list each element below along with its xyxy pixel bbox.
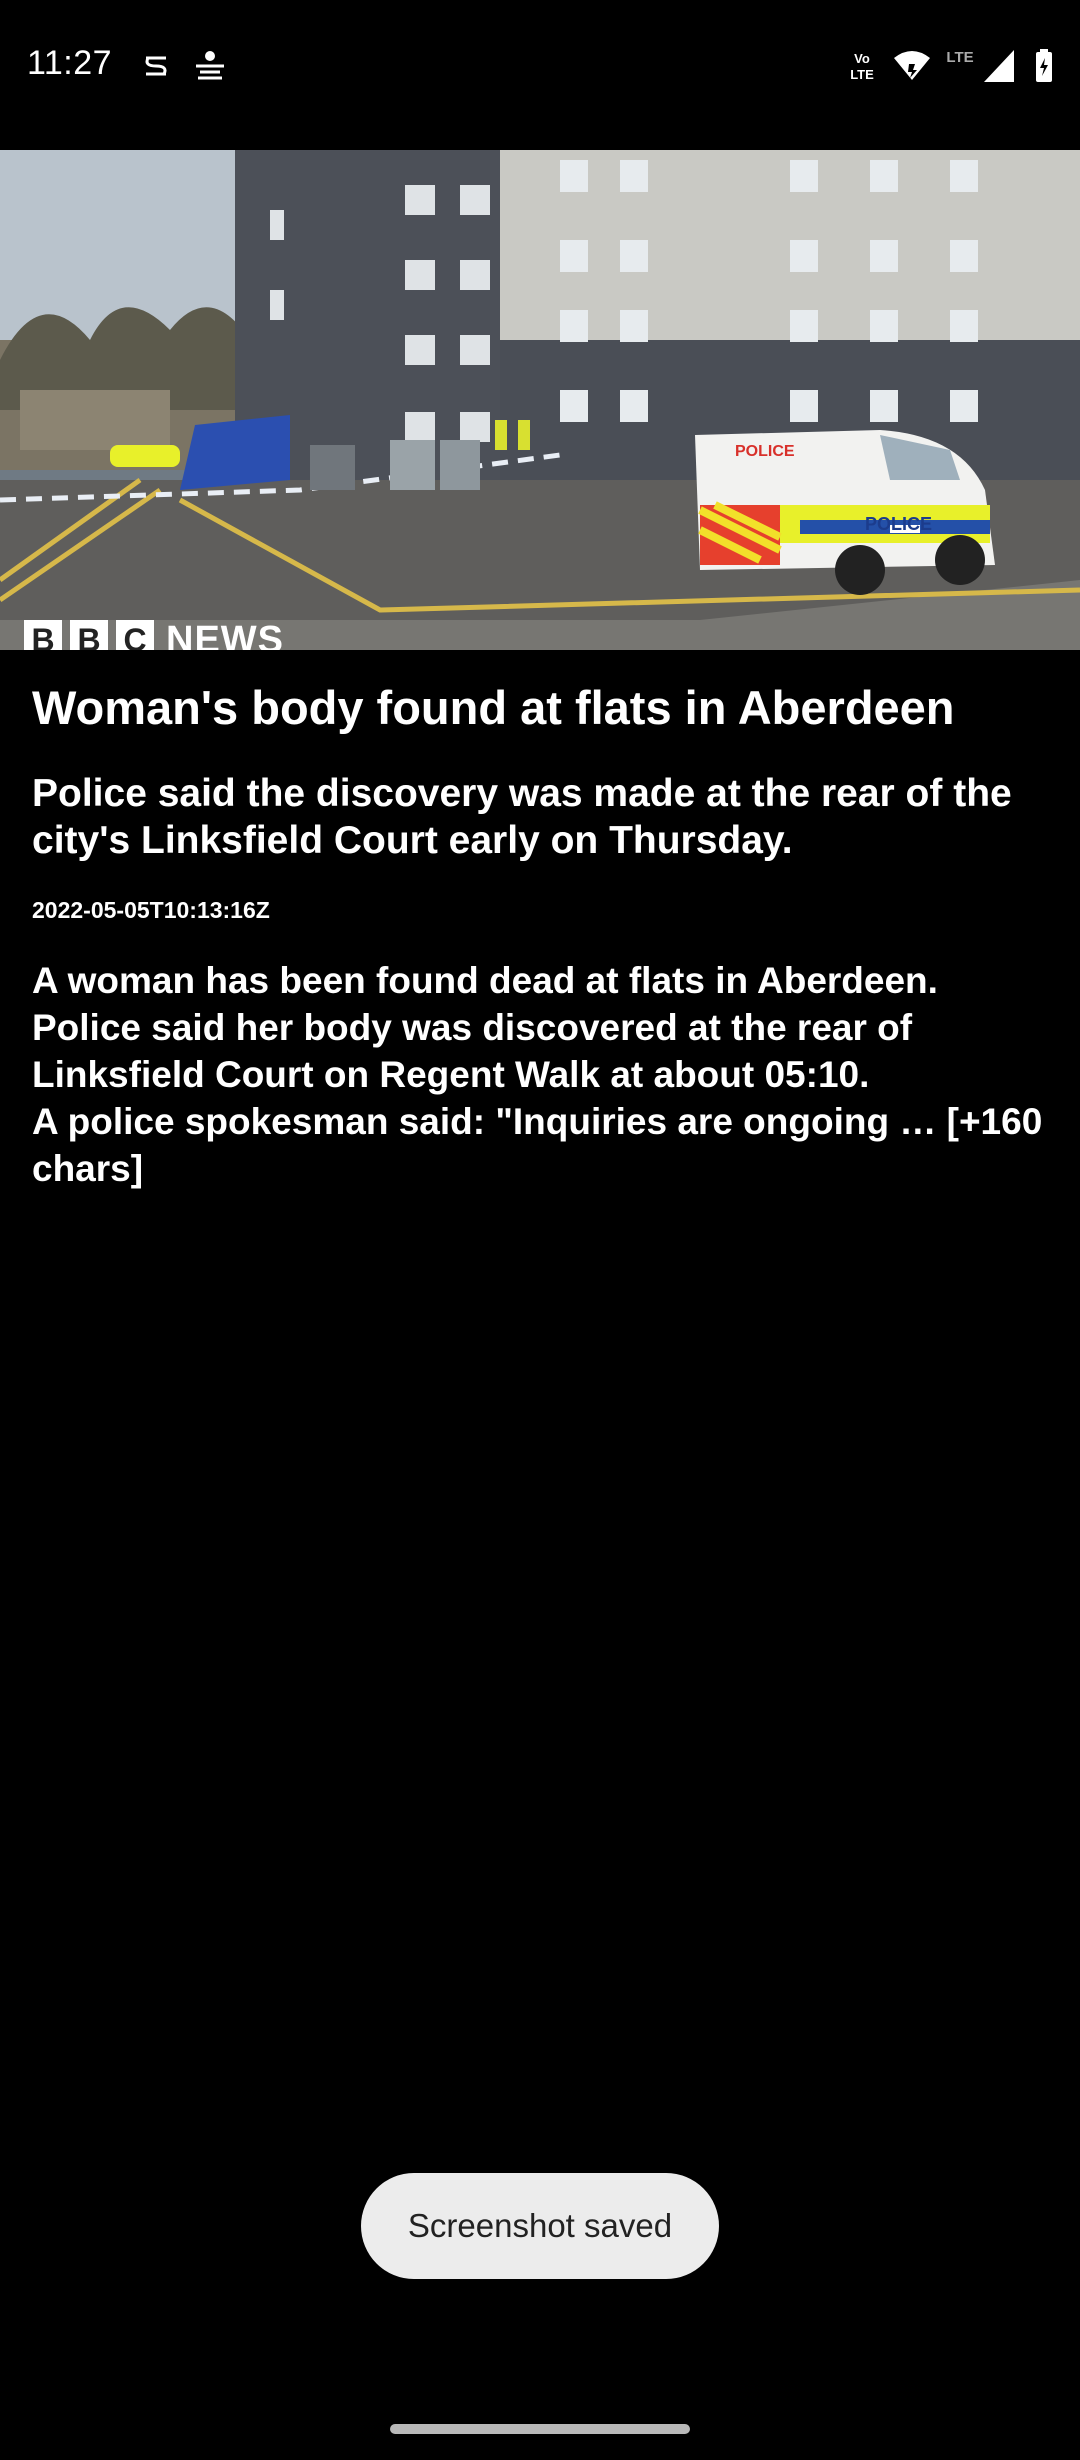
svg-text:LTE: LTE bbox=[946, 49, 973, 66]
bbc-news-logo: B B C NEWS bbox=[24, 620, 284, 650]
svg-text:Vo: Vo bbox=[854, 51, 870, 66]
van-label: POLICE bbox=[865, 514, 932, 534]
article-body-paragraph: A police spokesman said: "Inquiries are … bbox=[32, 1101, 1043, 1189]
battery-charging-icon bbox=[1036, 49, 1052, 82]
gesture-nav-handle[interactable] bbox=[390, 2424, 690, 2434]
status-bar: 11:27 Vo LTE LTE bbox=[0, 0, 1080, 150]
article-summary: Police said the discovery was made at th… bbox=[32, 772, 1012, 862]
wifi-icon bbox=[894, 51, 930, 80]
status-time: 11:27 bbox=[27, 44, 113, 82]
hero-scene: POLICE POLICE bbox=[0, 150, 1080, 650]
toast-text: Screenshot saved bbox=[407, 2207, 673, 2244]
svg-text:LTE: LTE bbox=[850, 67, 874, 82]
lte-icon: LTE bbox=[946, 49, 973, 66]
article-body-paragraph: A woman has been found dead at flats in … bbox=[32, 960, 938, 1001]
article-timestamp: 2022-05-05T10:13:16Z bbox=[32, 897, 270, 923]
location-sync-icon bbox=[145, 56, 167, 76]
volte-icon: Vo LTE bbox=[850, 51, 874, 82]
article-body: A woman has been found dead at flats in … bbox=[32, 957, 1057, 1192]
bbc-news-text: NEWS bbox=[166, 620, 284, 650]
screenshot-toast: Screenshot saved bbox=[361, 2173, 719, 2279]
bbc-letter: C bbox=[116, 620, 154, 650]
bbc-letter: B bbox=[24, 620, 62, 650]
article-hero-image: POLICE POLICE B B C NEWS bbox=[0, 150, 1080, 650]
article-body-paragraph: Police said her body was discovered at t… bbox=[32, 1007, 913, 1095]
article-headline: Woman's body found at flats in Aberdeen bbox=[32, 681, 955, 734]
van-label-small: POLICE bbox=[735, 443, 795, 460]
signal-icon bbox=[984, 50, 1014, 82]
dainik-bhaskar-app-icon bbox=[196, 51, 224, 80]
bbc-letter: B bbox=[70, 620, 108, 650]
